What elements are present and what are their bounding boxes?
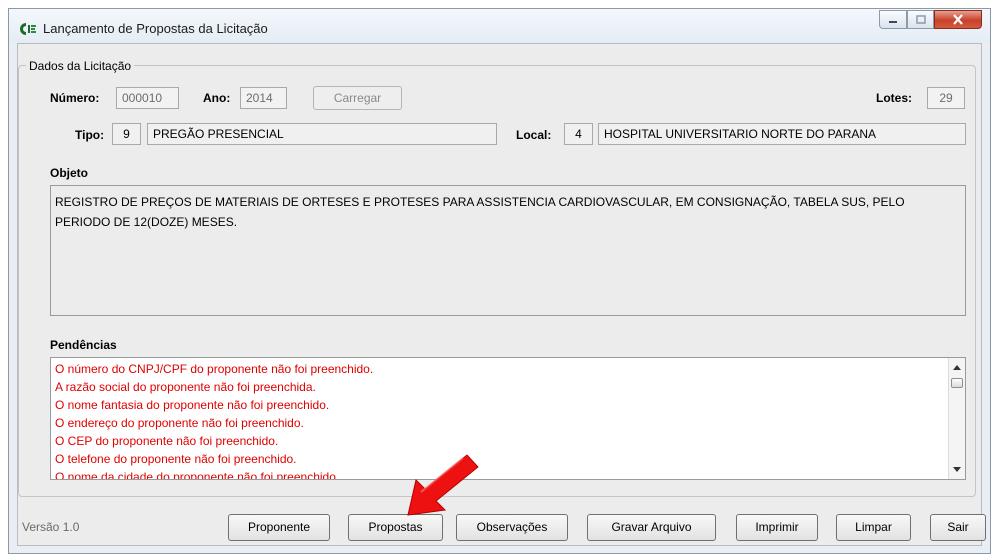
dados-licitacao-legend: Dados da Licitação — [26, 59, 135, 73]
maximize-icon — [915, 15, 926, 24]
minimize-icon — [889, 20, 897, 23]
imprimir-button[interactable]: Imprimir — [736, 514, 818, 541]
pendencia-item: O nome da cidade do proponente não foi p… — [55, 471, 340, 479]
lotes-label: Lotes: — [876, 91, 912, 105]
scroll-thumb[interactable] — [951, 378, 963, 388]
proponente-button[interactable]: Proponente — [228, 514, 330, 541]
sair-button[interactable]: Sair — [930, 514, 986, 541]
pendencia-item-partial: O nome da cidade do proponente não foi p… — [51, 471, 965, 479]
close-icon — [953, 14, 963, 25]
close-button[interactable] — [934, 10, 982, 29]
tipo-label: Tipo: — [75, 128, 105, 142]
numero-label: Número: — [50, 91, 100, 105]
local-desc-field[interactable]: HOSPITAL UNIVERSITARIO NORTE DO PARANA — [598, 123, 966, 145]
window-title: Lançamento de Propostas da Licitação — [43, 21, 268, 36]
lotes-field[interactable]: 29 — [927, 87, 965, 109]
pendencia-item: O telefone do proponente não foi preench… — [55, 452, 297, 466]
tipo-desc-field[interactable]: PREGÃO PRESENCIAL — [147, 123, 497, 145]
ano-label: Ano: — [203, 91, 231, 105]
local-label: Local: — [516, 128, 552, 142]
scroll-up-icon[interactable] — [953, 365, 961, 370]
objeto-textarea[interactable]: REGISTRO DE PREÇOS DE MATERIAIS DE ORTES… — [50, 185, 966, 316]
title-bar[interactable]: Lançamento de Propostas da Licitação — [9, 9, 990, 43]
numero-field[interactable]: 000010 — [116, 87, 179, 109]
gravar-arquivo-button[interactable]: Gravar Arquivo — [587, 514, 716, 541]
ano-field[interactable]: 2014 — [240, 87, 287, 109]
scroll-down-icon[interactable] — [953, 467, 961, 472]
pendencia-item: O nome fantasia do proponente não foi pr… — [55, 398, 330, 412]
pendencia-item: A razão social do proponente não foi pre… — [55, 380, 316, 394]
annotation-arrow-icon — [407, 454, 479, 516]
limpar-button[interactable]: Limpar — [836, 514, 911, 541]
pendencias-scrollbar[interactable] — [948, 358, 965, 479]
objeto-text: REGISTRO DE PREÇOS DE MATERIAIS DE ORTES… — [55, 195, 905, 229]
pendencia-item: O número do CNPJ/CPF do proponente não f… — [55, 362, 374, 376]
minimize-button[interactable] — [879, 10, 907, 29]
pendencia-item: O CEP do proponente não foi preenchido. — [55, 434, 279, 448]
pendencia-item: O endereço do proponente não foi preench… — [55, 416, 304, 430]
app-logo-icon — [20, 23, 36, 35]
maximize-button[interactable] — [907, 10, 934, 29]
pendencias-list[interactable]: O número do CNPJ/CPF do proponente não f… — [50, 357, 966, 480]
propostas-button[interactable]: Propostas — [348, 514, 443, 541]
version-label: Versão 1.0 — [22, 520, 80, 534]
objeto-label: Objeto — [50, 166, 88, 180]
carregar-button[interactable]: Carregar — [313, 86, 402, 110]
observacoes-button[interactable]: Observações — [456, 514, 568, 541]
tipo-code-field[interactable]: 9 — [112, 123, 141, 145]
pendencias-label: Pendências — [50, 338, 117, 352]
local-code-field[interactable]: 4 — [564, 123, 593, 145]
